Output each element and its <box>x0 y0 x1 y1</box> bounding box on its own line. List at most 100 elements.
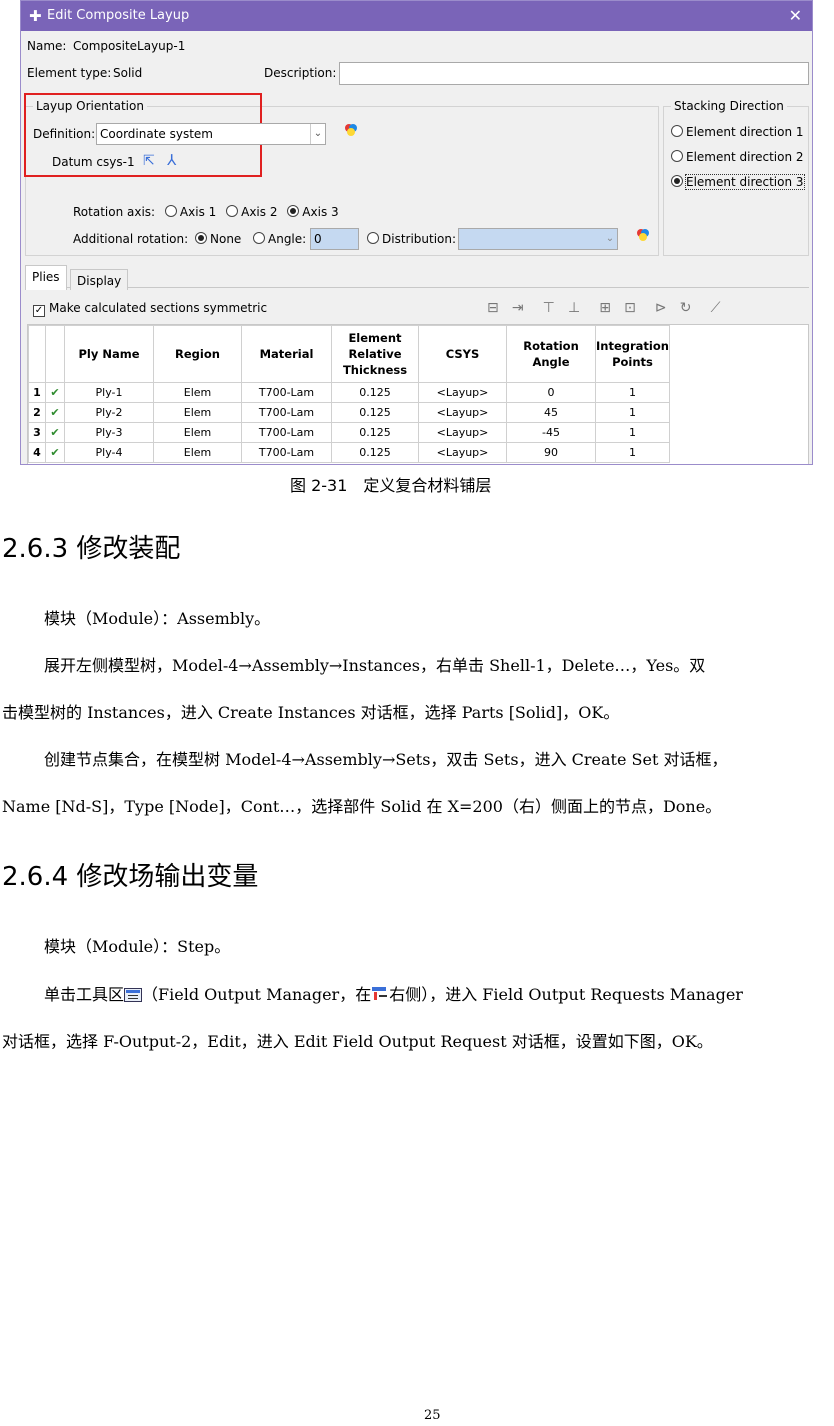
paragraph: Name [Nd-S]，Type [Node]，Cont…，选择部件 Solid… <box>2 797 722 816</box>
cell-thickness[interactable]: 0.125 <box>331 422 419 443</box>
element-direction-3-radio[interactable]: Element direction 3 <box>671 174 805 190</box>
cell-ply-name[interactable]: Ply-4 <box>64 442 154 463</box>
row-index: 1 <box>28 382 46 403</box>
ply-toolbar: ⊟ ⇥ ⊤ ⊥ ⊞ ⊡ ⊳ ↻ ⟋ <box>487 297 720 316</box>
col-integration-points[interactable]: Integration Points <box>595 325 670 383</box>
cell-csys[interactable]: <Layup> <box>418 422 507 443</box>
cell-integration-points[interactable]: 1 <box>595 422 670 443</box>
redo-ply-icon[interactable]: ↻ <box>680 300 692 316</box>
cell-csys[interactable]: <Layup> <box>418 402 507 423</box>
cell-region[interactable]: Elem <box>153 402 242 423</box>
cell-thickness[interactable]: 0.125 <box>331 402 419 423</box>
radio-icon <box>226 205 239 217</box>
tab-display[interactable]: Display <box>70 269 129 290</box>
add-below-icon[interactable]: ⊥ <box>568 300 580 316</box>
chevron-down-icon[interactable]: ⌄ <box>310 124 325 144</box>
radio-selected-icon <box>195 232 207 244</box>
cell-material[interactable]: T700-Lam <box>241 442 332 463</box>
additional-rotation-label: Additional rotation: <box>73 232 189 246</box>
radio-selected-icon <box>287 205 300 217</box>
insert-before-icon[interactable]: ⊟ <box>487 300 499 316</box>
distribution-select[interactable]: ⌄ <box>458 228 618 250</box>
definition-value: Coordinate system <box>100 127 213 141</box>
cell-rotation-angle[interactable]: 45 <box>506 402 596 423</box>
table-row[interactable]: 3 ✔ Ply-3 Elem T700-Lam 0.125 <Layup> -4… <box>28 422 670 443</box>
table-row[interactable]: 4 ✔ Ply-4 Elem T700-Lam 0.125 <Layup> 90… <box>28 442 670 463</box>
select-arrow-icon[interactable]: ⇱ <box>143 153 155 169</box>
cell-thickness[interactable]: 0.125 <box>331 442 419 463</box>
check-icon: ✔ <box>45 422 65 443</box>
close-icon[interactable]: ✕ <box>789 6 802 25</box>
description-input[interactable] <box>339 62 809 85</box>
edit-ply-icon[interactable]: ⊳ <box>655 300 667 316</box>
rotation-none-radio[interactable]: None <box>195 232 241 246</box>
axis3-radio[interactable]: Axis 3 <box>287 205 339 219</box>
cell-rotation-angle[interactable]: -45 <box>506 422 596 443</box>
paragraph: 展开左侧模型树，Model-4→Assembly→Instances，右单击 S… <box>44 656 706 675</box>
color-palette-icon[interactable] <box>635 227 651 247</box>
row-index-header <box>28 325 46 383</box>
section-2-6-3-title: 2.6.3 修改装配 <box>2 534 181 564</box>
add-above-icon[interactable]: ⊤ <box>543 300 555 316</box>
wand-icon[interactable]: ⟋ <box>711 300 721 316</box>
stacking-direction-title: Stacking Direction <box>671 99 787 113</box>
angle-input[interactable]: 0 <box>310 228 359 250</box>
radio-icon <box>367 232 379 244</box>
cell-region[interactable]: Elem <box>153 422 242 443</box>
row-index: 4 <box>28 442 46 463</box>
cell-integration-points[interactable]: 1 <box>595 442 670 463</box>
tab-plies[interactable]: Plies <box>25 265 67 290</box>
col-rotation-angle[interactable]: Rotation Angle <box>506 325 596 383</box>
axis2-radio[interactable]: Axis 2 <box>226 205 277 219</box>
rotation-axis-row: Rotation axis: Axis 1 Axis 2 Axis 3 <box>73 205 339 219</box>
rotation-distribution-radio[interactable]: Distribution: <box>367 232 456 246</box>
cell-region[interactable]: Elem <box>153 442 242 463</box>
status-header <box>45 325 65 383</box>
cell-thickness[interactable]: 0.125 <box>331 382 419 403</box>
check-icon: ✔ <box>45 402 65 423</box>
cell-material[interactable]: T700-Lam <box>241 382 332 403</box>
cell-csys[interactable]: <Layup> <box>418 442 507 463</box>
cell-integration-points[interactable]: 1 <box>595 382 670 403</box>
element-direction-1-radio[interactable]: Element direction 1 <box>671 125 804 139</box>
col-thickness[interactable]: Element Relative Thickness <box>331 325 419 383</box>
cell-rotation-angle[interactable]: 0 <box>506 382 596 403</box>
table-row[interactable]: 1 ✔ Ply-1 Elem T700-Lam 0.125 <Layup> 0 … <box>28 382 670 403</box>
cell-ply-name[interactable]: Ply-3 <box>64 422 154 443</box>
col-material[interactable]: Material <box>241 325 332 383</box>
paste-ply-icon[interactable]: ⊡ <box>624 300 636 316</box>
chevron-down-icon[interactable]: ⌄ <box>603 229 617 249</box>
cell-rotation-angle[interactable]: 90 <box>506 442 596 463</box>
ply-table: Ply Name Region Material Element Relativ… <box>28 325 670 463</box>
rotation-angle-radio[interactable]: Angle: <box>253 232 306 246</box>
checkmark-icon: ✓ <box>33 305 45 317</box>
element-direction-2-radio[interactable]: Element direction 2 <box>671 150 804 164</box>
cell-material[interactable]: T700-Lam <box>241 402 332 423</box>
paragraph: 对话框，选择 F-Output-2，Edit，进入 Edit Field Out… <box>2 1032 713 1051</box>
insert-after-icon[interactable]: ⇥ <box>512 300 524 316</box>
csys-axes-icon[interactable]: ⅄ <box>167 151 176 169</box>
dialog-titlebar[interactable]: ✚ Edit Composite Layup ✕ <box>21 1 812 31</box>
col-csys[interactable]: CSYS <box>418 325 507 383</box>
cell-integration-points[interactable]: 1 <box>595 402 670 423</box>
col-ply-name[interactable]: Ply Name <box>64 325 154 383</box>
cell-material[interactable]: T700-Lam <box>241 422 332 443</box>
row-index: 3 <box>28 422 46 443</box>
cell-csys[interactable]: <Layup> <box>418 382 507 403</box>
check-icon: ✔ <box>45 382 65 403</box>
field-output-manager-icon <box>124 988 143 1002</box>
cell-region[interactable]: Elem <box>153 382 242 403</box>
cell-ply-name[interactable]: Ply-1 <box>64 382 154 403</box>
col-region[interactable]: Region <box>153 325 242 383</box>
description-label: Description: <box>264 66 337 80</box>
cell-ply-name[interactable]: Ply-2 <box>64 402 154 423</box>
table-row[interactable]: 2 ✔ Ply-2 Elem T700-Lam 0.125 <Layup> 45… <box>28 402 670 423</box>
color-palette-icon[interactable] <box>343 122 359 142</box>
axis1-radio[interactable]: Axis 1 <box>164 205 216 219</box>
name-value: CompositeLayup-1 <box>73 39 186 53</box>
check-icon: ✔ <box>45 442 65 463</box>
copy-ply-icon[interactable]: ⊞ <box>599 300 611 316</box>
symmetric-checkbox[interactable]: ✓ Make calculated sections symmetric <box>33 301 267 317</box>
figure-caption: 图 2-31 定义复合材料铺层 <box>290 476 492 495</box>
definition-select[interactable]: Coordinate system ⌄ <box>96 123 326 145</box>
